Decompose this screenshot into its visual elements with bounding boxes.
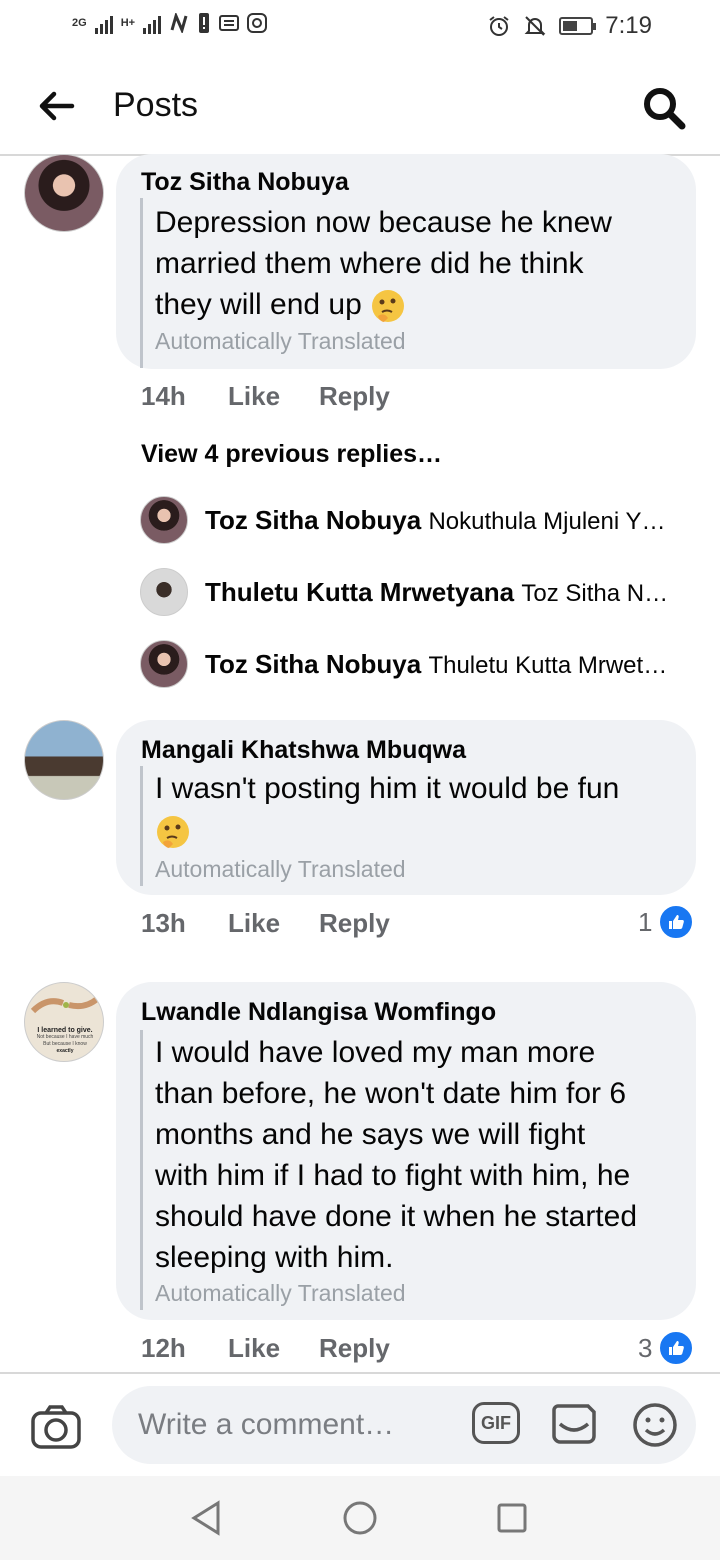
signal-icon-2 <box>143 12 162 34</box>
avatar-caption: I learned to give. Not because I have mu… <box>29 1027 101 1055</box>
comment-author[interactable]: Toz Sitha Nobuya <box>141 168 349 197</box>
reply-row[interactable]: Toz Sitha Nobuya Thuletu Kutta Mrwet… <box>205 649 667 680</box>
comment-text-line: with him if I had to fight with him, he <box>155 1159 631 1192</box>
nav-back-icon[interactable] <box>190 1500 222 1536</box>
reply-preview: Nokuthula Mjuleni Y… <box>428 508 666 535</box>
translated-quote: Depression now because he knew married t… <box>140 198 683 368</box>
gif-label: GIF <box>481 1412 511 1433</box>
avatar-hands-graphic <box>30 996 99 1014</box>
instagram-icon <box>247 13 268 33</box>
search-icon[interactable] <box>640 84 688 132</box>
reply-author[interactable]: Toz Sitha Nobuya <box>205 649 421 679</box>
status-bar: 2G H+ 7:19 <box>0 0 720 56</box>
reaction-count[interactable]: 3 <box>638 1330 695 1366</box>
comment-text-line: should have done it when he started <box>155 1200 638 1233</box>
sticker-icon[interactable] <box>550 1400 598 1448</box>
comment-bubble[interactable]: Lwandle Ndlangisa Womfingo I would have … <box>116 982 696 1320</box>
reply-avatar[interactable] <box>140 496 188 544</box>
back-arrow-icon[interactable] <box>36 86 76 126</box>
gif-button[interactable]: GIF <box>472 1402 520 1444</box>
clock: 7:19 <box>605 12 652 39</box>
like-button[interactable]: Like <box>228 381 280 412</box>
reply-row[interactable]: Thuletu Kutta Mrwetyana Toz Sitha N… <box>205 577 668 608</box>
avatar-caption-line: But because I know <box>43 1041 87 1047</box>
signal-icon <box>94 12 113 34</box>
comment-composer: GIF <box>0 1372 720 1476</box>
app-header: Posts <box>0 56 720 156</box>
avatar[interactable] <box>24 154 104 232</box>
nav-recents-icon[interactable] <box>496 1502 528 1534</box>
auto-translated-label[interactable]: Automatically Translated <box>155 856 406 883</box>
comment-text-line: married them where did he think <box>155 247 584 280</box>
view-previous-replies-link[interactable]: View 4 previous replies… <box>141 440 442 469</box>
comment-time: 12h <box>141 1333 186 1363</box>
avatar-caption-line: I learned to give. <box>37 1027 93 1034</box>
like-button[interactable]: Like <box>228 908 280 939</box>
status-left-icons: 2G H+ <box>72 12 268 34</box>
reply-button[interactable]: Reply <box>319 1333 390 1364</box>
translated-quote: I wasn't posting him it would be fun Aut… <box>140 766 683 886</box>
reply-button[interactable]: Reply <box>319 381 390 412</box>
nav-home-icon[interactable] <box>342 1500 378 1536</box>
reply-avatar[interactable] <box>140 640 188 688</box>
comment-bubble[interactable]: Mangali Khatshwa Mbuqwa I wasn't posting… <box>116 720 696 895</box>
comment-time: 13h <box>141 908 186 938</box>
comment-time: 14h <box>141 381 186 411</box>
mute-bell-icon <box>524 16 546 36</box>
thinking-face-icon <box>157 816 189 848</box>
avatar[interactable]: I learned to give. Not because I have mu… <box>24 982 104 1062</box>
comment-text-line: than before, he won't date him for 6 <box>155 1077 627 1110</box>
translated-quote: I would have loved my man more than befo… <box>140 1030 683 1310</box>
reply-author[interactable]: Thuletu Kutta Mrwetyana <box>205 577 514 607</box>
like-count: 3 <box>638 1332 653 1363</box>
thumbs-up-icon <box>658 1330 695 1366</box>
notification-alert-icon <box>199 13 210 33</box>
emoji-icon[interactable] <box>632 1402 678 1448</box>
thumbs-up-icon <box>658 904 695 940</box>
comment-text-line: Depression now because he knew <box>155 206 612 239</box>
avatar-caption-line: exactly <box>56 1048 74 1054</box>
reply-avatar[interactable] <box>140 568 188 616</box>
comment-text-line: I would have loved my man more <box>155 1036 596 1069</box>
system-nav-bar <box>0 1476 720 1560</box>
reply-author[interactable]: Toz Sitha Nobuya <box>205 505 421 535</box>
comment-bubble[interactable]: Toz Sitha Nobuya Depression now because … <box>116 154 696 369</box>
camera-icon[interactable] <box>30 1404 82 1450</box>
network-type-1: 2G <box>72 17 87 29</box>
reply-preview: Thuletu Kutta Mrwet… <box>428 652 668 679</box>
comment-text-line: I wasn't posting him it would be fun <box>155 772 620 805</box>
status-right-icons: 7:19 <box>487 12 652 40</box>
like-count: 1 <box>638 906 653 937</box>
nfc-icon <box>170 13 188 33</box>
thinking-face-icon <box>372 290 405 323</box>
comment-input-box: GIF <box>112 1386 696 1464</box>
network-type-2: H+ <box>120 17 136 29</box>
battery-icon <box>559 17 597 35</box>
comment-input[interactable] <box>136 1404 460 1446</box>
page-title: Posts <box>113 86 199 124</box>
comment-text-line: sleeping with him. <box>155 1241 394 1274</box>
message-icon <box>219 15 240 31</box>
comment-author[interactable]: Lwandle Ndlangisa Womfingo <box>141 998 496 1027</box>
reply-row[interactable]: Toz Sitha Nobuya Nokuthula Mjuleni Y… <box>205 505 665 536</box>
reply-preview: Toz Sitha N… <box>521 580 669 607</box>
comment-author[interactable]: Mangali Khatshwa Mbuqwa <box>141 736 466 765</box>
auto-translated-label[interactable]: Automatically Translated <box>155 1280 406 1307</box>
comment-text-line: they will end up <box>155 284 406 325</box>
reply-button[interactable]: Reply <box>319 908 390 939</box>
comment-text-span: they will end up <box>155 288 362 321</box>
reaction-count[interactable]: 1 <box>638 904 695 940</box>
avatar-caption-line: Not because I have much <box>36 1034 94 1040</box>
auto-translated-label[interactable]: Automatically Translated <box>155 328 406 355</box>
like-button[interactable]: Like <box>228 1333 280 1364</box>
comment-text-line: months and he says we will fight <box>155 1118 586 1151</box>
avatar[interactable] <box>24 720 104 800</box>
alarm-icon <box>489 16 509 36</box>
